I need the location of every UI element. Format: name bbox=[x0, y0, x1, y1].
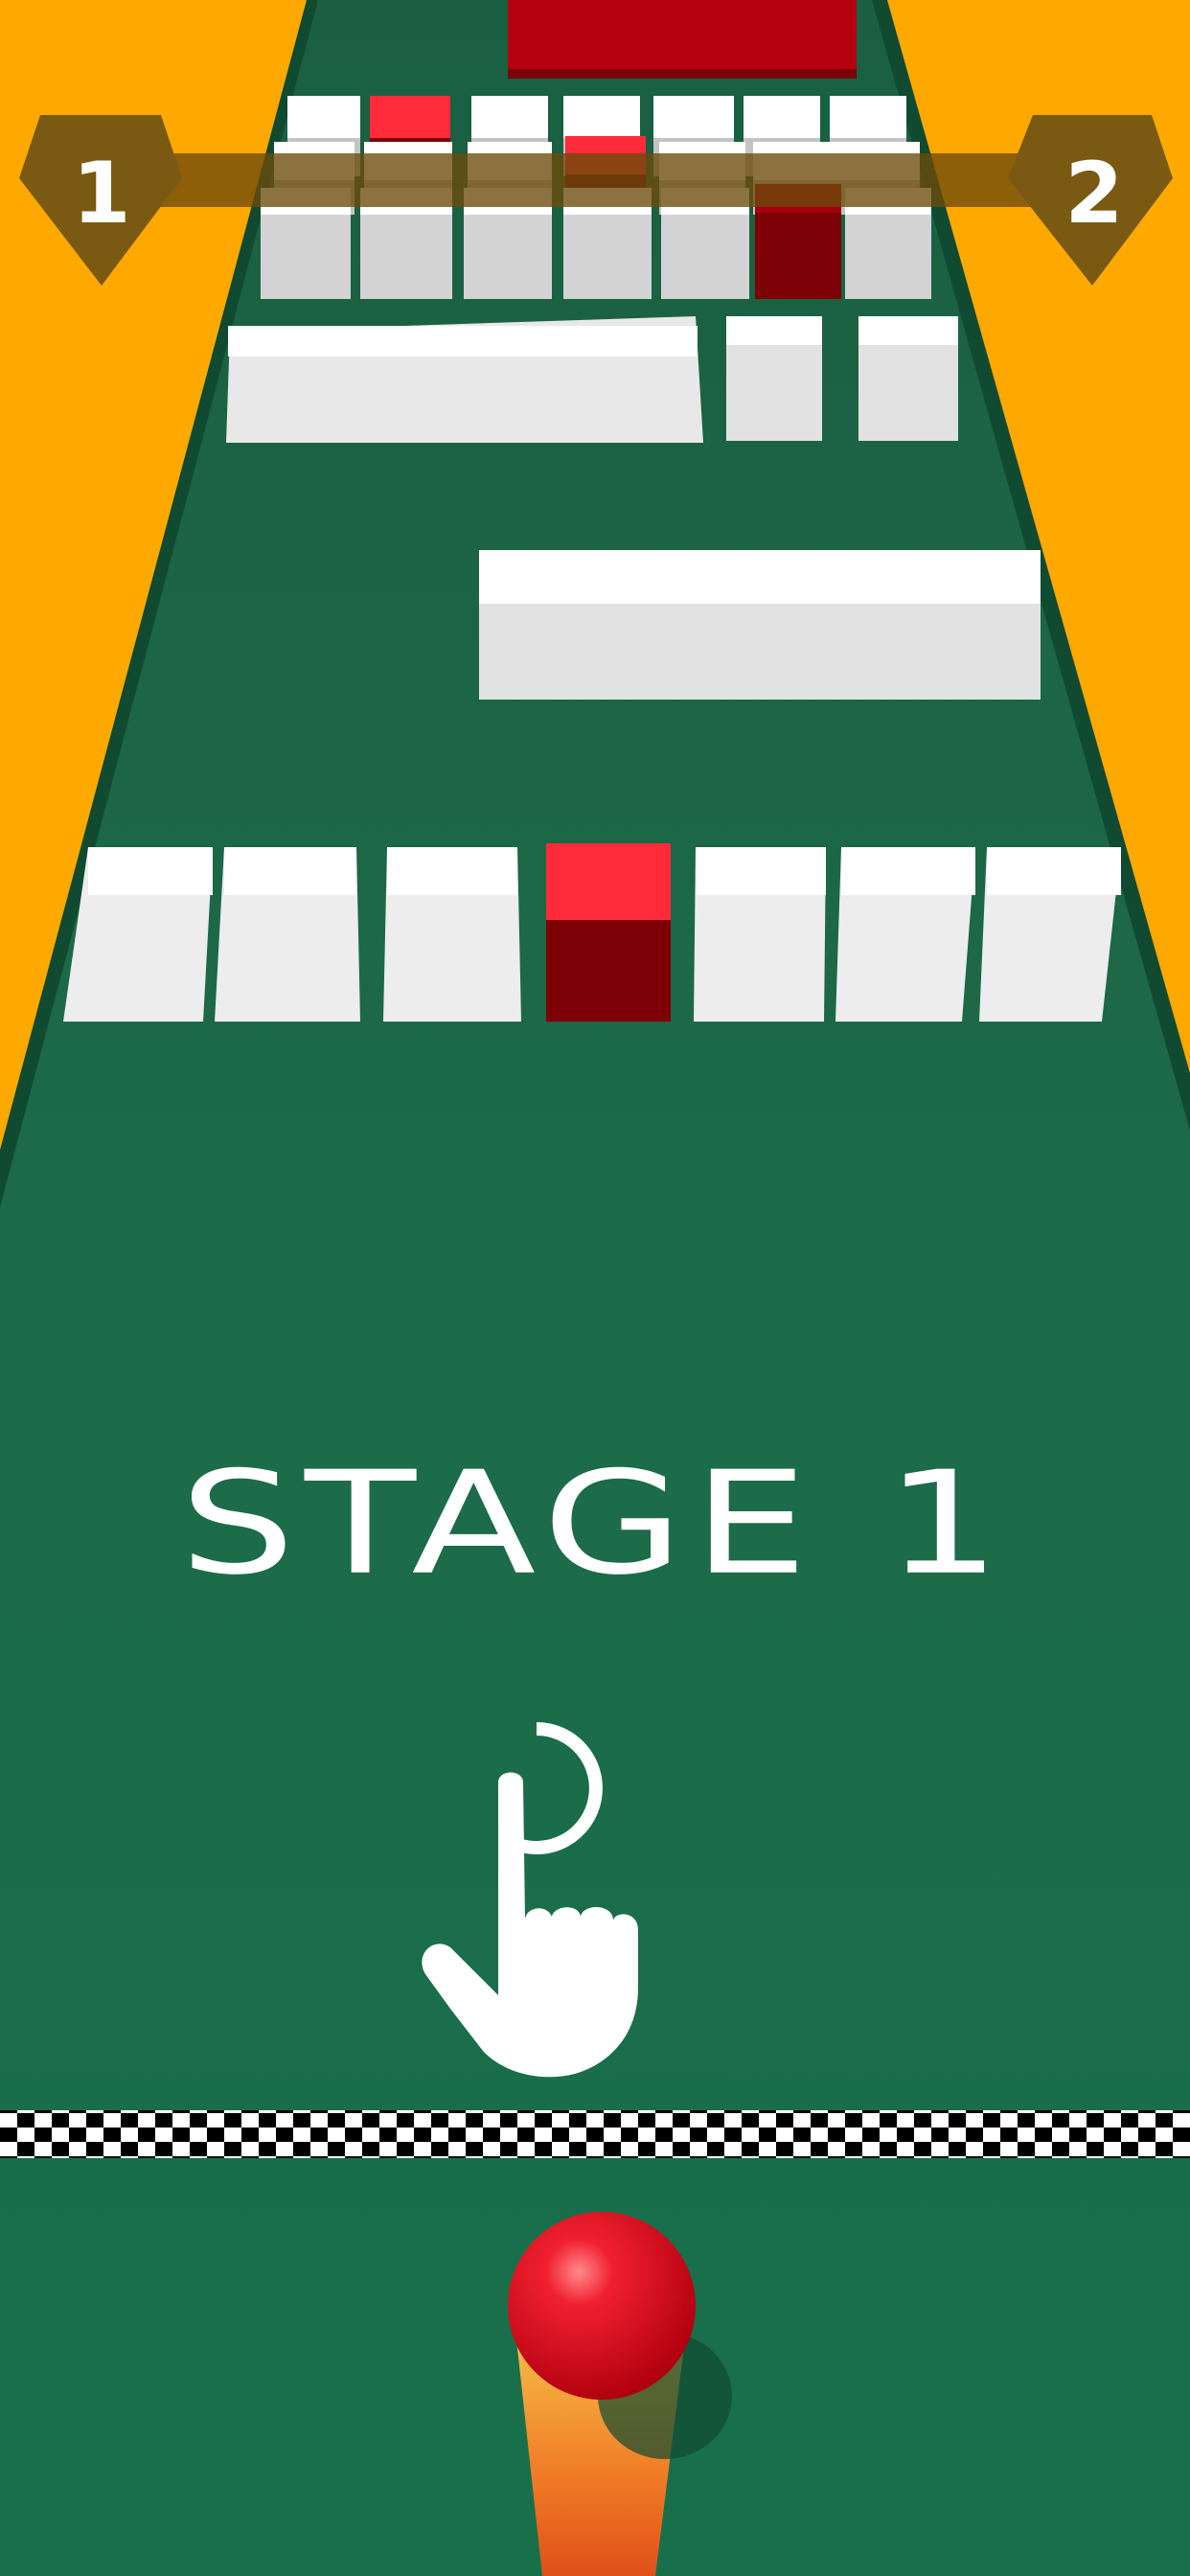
game-world[interactable]: 1 2 bbox=[0, 0, 1190, 2576]
next-level-number: 2 bbox=[1064, 144, 1123, 242]
level-progress-bar bbox=[144, 153, 1044, 207]
obstacle-block bbox=[726, 316, 822, 441]
target-block bbox=[546, 843, 671, 1022]
obstacle-row-e bbox=[479, 550, 1041, 700]
game-scene[interactable]: 1 2 STAGE 1 bbox=[0, 0, 1190, 2576]
finish-line bbox=[0, 2110, 1190, 2158]
obstacle-block bbox=[858, 316, 958, 441]
red-ball-icon bbox=[508, 2212, 696, 2400]
current-level-number: 1 bbox=[72, 144, 130, 242]
obstacle-far-red-row bbox=[508, 0, 857, 79]
stage-title: STAGE 1 bbox=[179, 1440, 1011, 1606]
